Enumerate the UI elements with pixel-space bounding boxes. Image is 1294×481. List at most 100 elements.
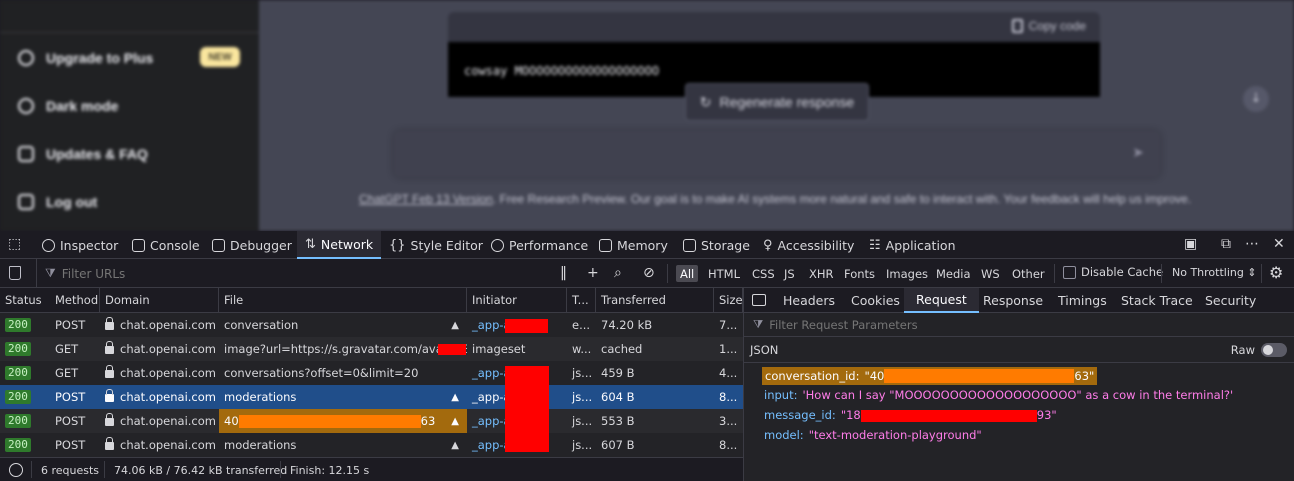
tab-cookies[interactable]: Cookies [845,288,906,313]
tab-headers[interactable]: Headers [777,288,841,313]
column-domain[interactable]: Domain [100,288,219,313]
throttling-select[interactable]: No Throttling ⇕ [1172,266,1257,279]
search-icon[interactable]: ⌕ [614,265,622,281]
regenerate-response-button[interactable]: ↻ Regenerate response [685,83,869,121]
close-icon[interactable]: ✕ [1273,236,1285,252]
tab-accessibility[interactable]: ♀ Accessibility [763,231,854,259]
sidebar-item-log-out[interactable]: Log out [18,191,97,213]
type-filter-other[interactable]: Other [1008,265,1049,282]
dock-icon[interactable]: ▣ [1184,236,1197,252]
column-initiator[interactable]: Initiator [467,288,567,313]
sidebar-item-updates-faq[interactable]: Updates & FAQ [18,143,148,165]
type-filter-js[interactable]: JS [780,265,799,282]
json-row-input[interactable]: input: 'How can I say "MOOOOOOOOOOOOOOOO… [764,386,1233,404]
type-filter-fonts[interactable]: Fonts [840,265,879,282]
size-cell: 3... [719,414,738,428]
disclaimer-text: . Free Research Preview. Our goal is to … [492,192,1192,206]
tab-style-editor[interactable]: {} Style Editor [389,231,483,259]
request-count: 6 requests [41,463,100,477]
json-row-conversation-id[interactable]: conversation_id: "40 63" [762,367,1098,385]
column-type[interactable]: T... [567,288,596,313]
sidebar-toggle-icon[interactable] [752,294,766,306]
disable-cache-checkbox[interactable]: Disable Cache [1063,265,1163,279]
type-cell: js... [572,438,593,452]
table-row[interactable]: 200 POST chat.openai.com moderations ▲ _a… [0,433,743,457]
table-row[interactable]: 200 GET chat.openai.com image?url=https:… [0,337,743,361]
copy-code-button[interactable]: Copy code [1011,19,1086,33]
tab-security[interactable]: Security [1199,288,1262,313]
tab-response[interactable]: Response [977,288,1049,313]
table-row-selected[interactable]: 200 POST chat.openai.com moderations ▲ _a… [0,385,743,409]
tab-application[interactable]: ☷ Application [869,231,956,259]
size-cell: 8... [719,438,738,452]
type-filter-xhr[interactable]: XHR [805,265,838,282]
pick-element-icon[interactable]: ⬚ [8,236,21,252]
column-method[interactable]: Method [50,288,100,313]
type-filter-media[interactable]: Media [932,265,975,282]
json-row-model[interactable]: model: "text-moderation-playground" [764,426,982,444]
type-filter-css[interactable]: CSS [748,265,779,282]
type-filter-all[interactable]: All [676,265,699,282]
lock-icon [105,437,114,450]
status-badge: 200 [5,318,31,332]
external-link-icon [18,146,34,162]
timer-icon[interactable] [9,463,23,477]
scroll-down-button[interactable]: ↓ [1243,86,1269,112]
pause-icon[interactable]: ‖ [560,265,567,281]
type-filter-html[interactable]: HTML [704,265,744,282]
lock-icon [105,413,114,426]
table-row[interactable]: 200 POST chat.openai.com conversation ▲ _… [0,313,743,337]
tab-request[interactable]: Request [904,288,979,313]
network-toolbar: ⧩ ‖ + ⌕ ⊘ All HTML CSS JS XHR Fonts Imag… [0,259,1294,288]
column-file[interactable]: File [219,288,467,313]
column-size[interactable]: Size [714,288,743,313]
add-icon[interactable]: + [587,265,599,281]
chat-input[interactable]: ➤ [394,131,1160,177]
initiator-cell: imageset [472,342,526,356]
filter-request-parameters-field[interactable]: ⧩ [744,313,1294,337]
status-badge: 200 [5,366,31,380]
status-badge: 200 [5,342,31,356]
toggle-switch-icon[interactable] [1261,343,1287,357]
sidebar-item-dark-mode[interactable]: Dark mode [18,95,118,117]
trash-icon[interactable] [9,266,21,280]
size-cell: 1... [719,342,738,356]
send-icon[interactable]: ➤ [1132,145,1144,161]
filter-urls-field[interactable]: ⧩ [36,259,551,288]
filter-icon: ⧩ [45,266,56,280]
tab-inspector[interactable]: Inspector [42,231,118,259]
block-icon[interactable]: ⊘ [643,265,655,281]
table-row[interactable]: 200 POST chat.openai.com 40 63 ▲ _app-a j… [0,409,743,433]
tab-memory[interactable]: Memory [599,231,668,259]
column-status[interactable]: Status [0,288,52,313]
separate-window-icon[interactable]: ⧉ [1221,236,1231,252]
version-link[interactable]: ChatGPT Feb 13 Version [359,192,493,206]
sidebar-item-upgrade[interactable]: Upgrade to Plus [18,47,153,69]
type-cell: e... [572,318,591,332]
gear-icon[interactable]: ⚙ [1269,263,1283,282]
filter-request-parameters-input[interactable] [769,317,1070,332]
refresh-icon: ↻ [699,93,712,110]
tab-timings[interactable]: Timings [1052,288,1113,313]
transferred-cell: cached [601,342,643,356]
tab-storage[interactable]: Storage [683,231,750,259]
checkbox-icon[interactable] [1063,265,1076,279]
devtools: ⬚ Inspector Console Debugger ⇅ Network {… [0,231,1294,481]
chatgpt-page: Upgrade to Plus NEW Dark mode Updates & … [0,0,1294,231]
column-transferred[interactable]: Transferred [596,288,714,313]
type-filter-images[interactable]: Images [882,265,932,282]
json-row-message-id[interactable]: message_id: "18 93" [764,406,1057,424]
table-row[interactable]: 200 GET chat.openai.com conversations?of… [0,361,743,385]
more-options-icon[interactable]: ⋯ [1245,236,1259,252]
raw-toggle[interactable]: Raw [1231,343,1287,357]
tab-performance[interactable]: Performance [491,231,588,259]
code-text: cowsay MOOOOOOOOOOOOOOOOOOO [464,64,660,78]
turtle-icon: ▲ [451,439,459,451]
tab-debugger[interactable]: Debugger [212,231,292,259]
type-filter-ws[interactable]: WS [977,265,1004,282]
tab-network[interactable]: ⇅ Network [297,231,382,259]
filter-urls-input[interactable] [61,266,262,281]
json-section-header[interactable]: JSON Raw [744,337,1294,363]
tab-console[interactable]: Console [132,231,200,259]
tab-stack-trace[interactable]: Stack Trace [1115,288,1199,313]
